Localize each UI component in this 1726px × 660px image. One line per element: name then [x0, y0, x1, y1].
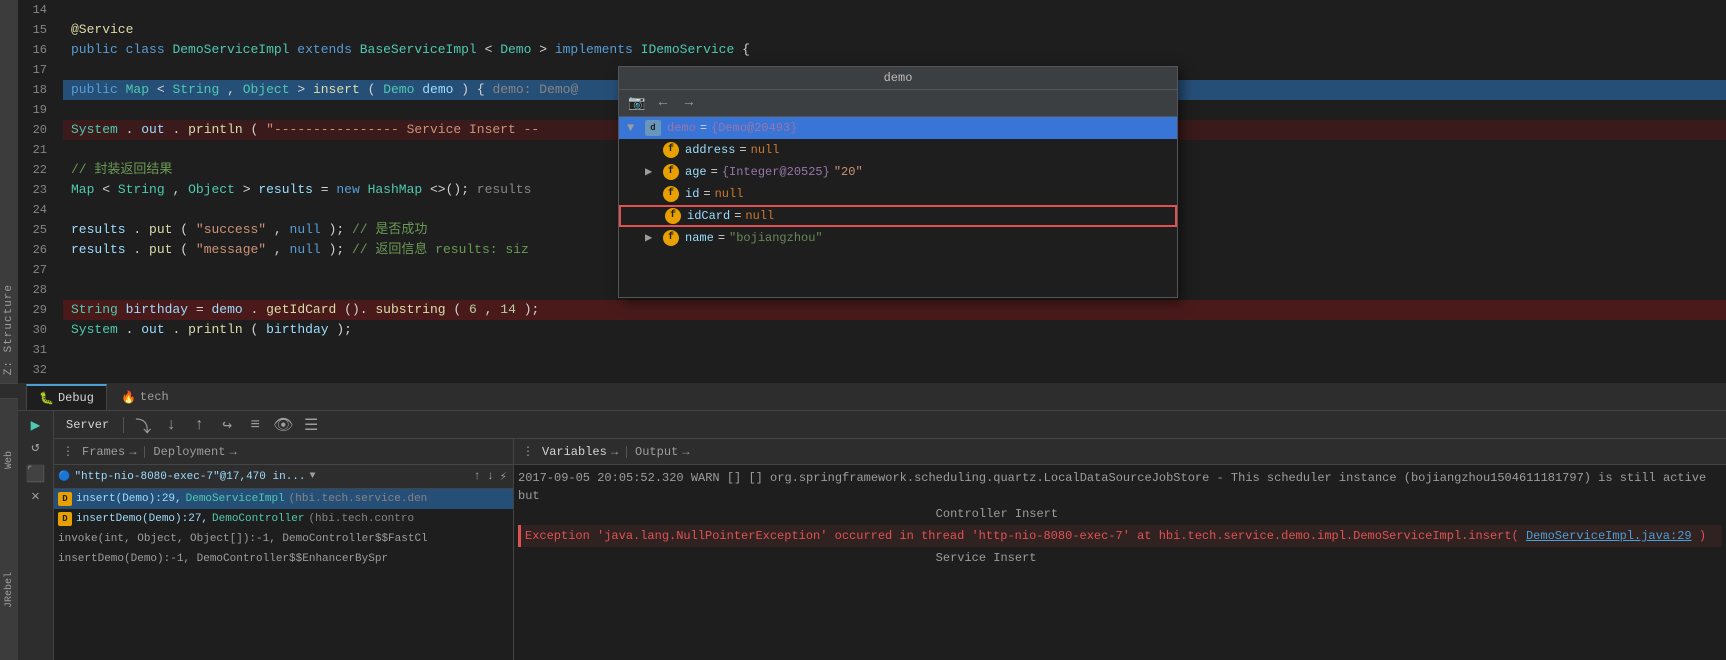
frames-list: D insert(Demo):29, DemoServiceImpl (hbi.…: [54, 489, 513, 660]
frame-item-2[interactable]: invoke(int, Object, Object[]):-1, DemoCo…: [54, 529, 513, 549]
tech-tab[interactable]: 🔥 tech: [109, 384, 181, 410]
bottom-content: ▶ ↺ ⬛ ✕ Server ⤵ ↓ ↑ ↪ ≡ 👁 ☰: [18, 411, 1726, 660]
deployment-label: Deployment: [153, 445, 225, 459]
demo-icon: d: [645, 120, 661, 136]
watch-btn[interactable]: 👁: [270, 414, 296, 436]
popup-field-idcard[interactable]: f idCard = null: [619, 205, 1177, 227]
console-error-line: Exception 'java.lang.NullPointerExceptio…: [518, 525, 1722, 547]
expand-placeholder3: [627, 161, 641, 183]
frames-expand-btn[interactable]: ⋮: [58, 442, 78, 462]
sep: [144, 446, 145, 458]
reload-button[interactable]: ↺: [31, 439, 39, 456]
frame-item-1[interactable]: D insertDemo(Demo):27, DemoController (h…: [54, 509, 513, 529]
fire-icon: 🔥: [121, 390, 136, 405]
filter-btn[interactable]: ⚡: [498, 469, 509, 484]
variables-tab-label: Variables: [542, 445, 607, 459]
expand-placeholder4: [627, 183, 641, 205]
f-icon-address: f: [663, 142, 679, 158]
f-icon-name: f: [663, 230, 679, 246]
step-into-btn[interactable]: ↓: [158, 414, 184, 436]
expand-placeholder6: [629, 205, 643, 227]
console-warn-line: 2017-09-05 20:05:52.320 WARN [] [] org.s…: [518, 469, 1722, 505]
main-container: Z: Structure 14 15 16 17 18 ▶ 19 20: [0, 0, 1726, 660]
play-button[interactable]: ▶: [31, 415, 41, 435]
rebel-label: JRebel: [4, 572, 15, 608]
popup-field-address[interactable]: f address = null: [619, 139, 1177, 161]
run-controls: ▶ ↺ ⬛ ✕: [18, 411, 54, 660]
web-label: Web: [4, 451, 15, 469]
debug-popup: demo 📷 ← → ▼ d demo = {Demo@20493} f add…: [618, 66, 1178, 298]
bug-icon: 🐛: [39, 391, 54, 406]
frame-item-0[interactable]: D insert(Demo):29, DemoServiceImpl (hbi.…: [54, 489, 513, 509]
structure-label: Z: Structure: [3, 284, 15, 375]
line-numbers: 14 15 16 17 18 ▶ 19 20 21 22: [18, 0, 63, 400]
age-expand-icon[interactable]: ▶: [645, 161, 659, 183]
popup-field-age[interactable]: ▶ f age = {Integer@20525} "20": [619, 161, 1177, 183]
code-line-29: String birthday = demo . getIdCard (). s…: [63, 300, 1726, 320]
console-ctrl-line: Controller Insert: [518, 505, 1722, 523]
popup-content: ▼ d demo = {Demo@20493} f address = null…: [619, 117, 1177, 297]
popup-camera-btn[interactable]: 📷: [627, 93, 647, 113]
popup-forward-btn[interactable]: →: [679, 93, 699, 113]
popup-field-name[interactable]: ▶ f name = "bojiangzhou": [619, 227, 1177, 249]
popup-root-item[interactable]: ▼ d demo = {Demo@20493}: [619, 117, 1177, 139]
thread-selector: 🔵 "http-nio-8080-exec-7"@17,470 in... ▼ …: [54, 465, 513, 489]
var-menu-btn[interactable]: ⋮: [518, 442, 538, 462]
code-line-15: @Service: [63, 20, 1726, 40]
server-label: Server: [58, 418, 117, 432]
debug-toolbar: Server ⤵ ↓ ↑ ↪ ≡ 👁 ☰: [54, 411, 1726, 439]
stop-button[interactable]: ⬛: [26, 464, 46, 484]
var-output-header: ⋮ Variables → Output →: [514, 439, 1726, 465]
popup-field-id[interactable]: f id = null: [619, 183, 1177, 205]
expand-placeholder2: [645, 139, 659, 161]
debug-panels: Server ⤵ ↓ ↑ ↪ ≡ 👁 ☰ ⋮ Fram: [54, 411, 1726, 660]
popup-title: demo: [619, 67, 1177, 90]
f-icon-id: f: [663, 186, 679, 202]
thread-up-btn[interactable]: ↑: [471, 469, 482, 484]
thread-label: "http-nio-8080-exec-7"@17,470 in...: [74, 471, 305, 483]
side-labels: Web JRebel: [0, 400, 18, 660]
expand-placeholder8: [627, 227, 641, 249]
popup-toolbar: 📷 ← →: [619, 90, 1177, 117]
console-output: 2017-09-05 20:05:52.320 WARN [] [] org.s…: [514, 465, 1726, 660]
expand-placeholder5: [645, 183, 659, 205]
f-icon-idcard: f: [665, 208, 681, 224]
debug-tab[interactable]: 🐛 Debug: [26, 384, 107, 410]
code-line-31: [63, 340, 1726, 360]
output-tab-label: Output: [635, 445, 678, 459]
expand-icon[interactable]: ▼: [627, 117, 641, 139]
thread-dropdown[interactable]: ▼: [310, 471, 316, 482]
thread-down-btn[interactable]: ↓: [485, 469, 496, 484]
expand-placeholder7: [647, 205, 661, 227]
thread-icon: 🔵: [58, 471, 70, 483]
error-link[interactable]: DemoServiceImpl.java:29: [1526, 529, 1692, 543]
thread-btns: ↑ ↓ ⚡: [471, 469, 509, 484]
panels-row: ⋮ Frames → Deployment → 🔵 "http-nio-8080…: [54, 439, 1726, 660]
frame-1-icon: D: [58, 512, 72, 526]
frames-label: Frames: [82, 445, 125, 459]
code-line-14: [63, 0, 1726, 20]
frames-panel: ⋮ Frames → Deployment → 🔵 "http-nio-8080…: [54, 439, 514, 660]
frames-panel-header: ⋮ Frames → Deployment →: [54, 439, 513, 465]
separator: [123, 417, 124, 433]
close-debug-button[interactable]: ✕: [31, 488, 39, 505]
name-expand-icon[interactable]: ▶: [645, 227, 659, 249]
bottom-main: 🐛 Debug 🔥 tech ▶ ↺ ⬛ ✕ Server: [18, 383, 1726, 660]
code-line-16: public class DemoServiceImpl extends Bas…: [63, 40, 1726, 60]
step-out-btn[interactable]: ↑: [186, 414, 212, 436]
code-line-32: [63, 360, 1726, 380]
code-line-30: System . out . println ( birthday );: [63, 320, 1726, 340]
variables-output-panel: ⋮ Variables → Output → 2017-09-05 20:05:…: [514, 439, 1726, 660]
f-icon-age: f: [663, 164, 679, 180]
evaluate-btn[interactable]: ≡: [242, 414, 268, 436]
console-svc-line: Service Insert: [518, 549, 1722, 567]
bottom-tab-bar: 🐛 Debug 🔥 tech: [18, 383, 1726, 411]
step-over-btn[interactable]: ⤵: [130, 414, 156, 436]
frame-item-3[interactable]: insertDemo(Demo):-1, DemoController$$Enh…: [54, 549, 513, 569]
frames-btn[interactable]: ☰: [298, 414, 324, 436]
popup-back-btn[interactable]: ←: [653, 93, 673, 113]
expand-placeholder: [627, 139, 641, 161]
frame-0-icon: D: [58, 492, 72, 506]
run-to-cursor-btn[interactable]: ↪: [214, 414, 240, 436]
